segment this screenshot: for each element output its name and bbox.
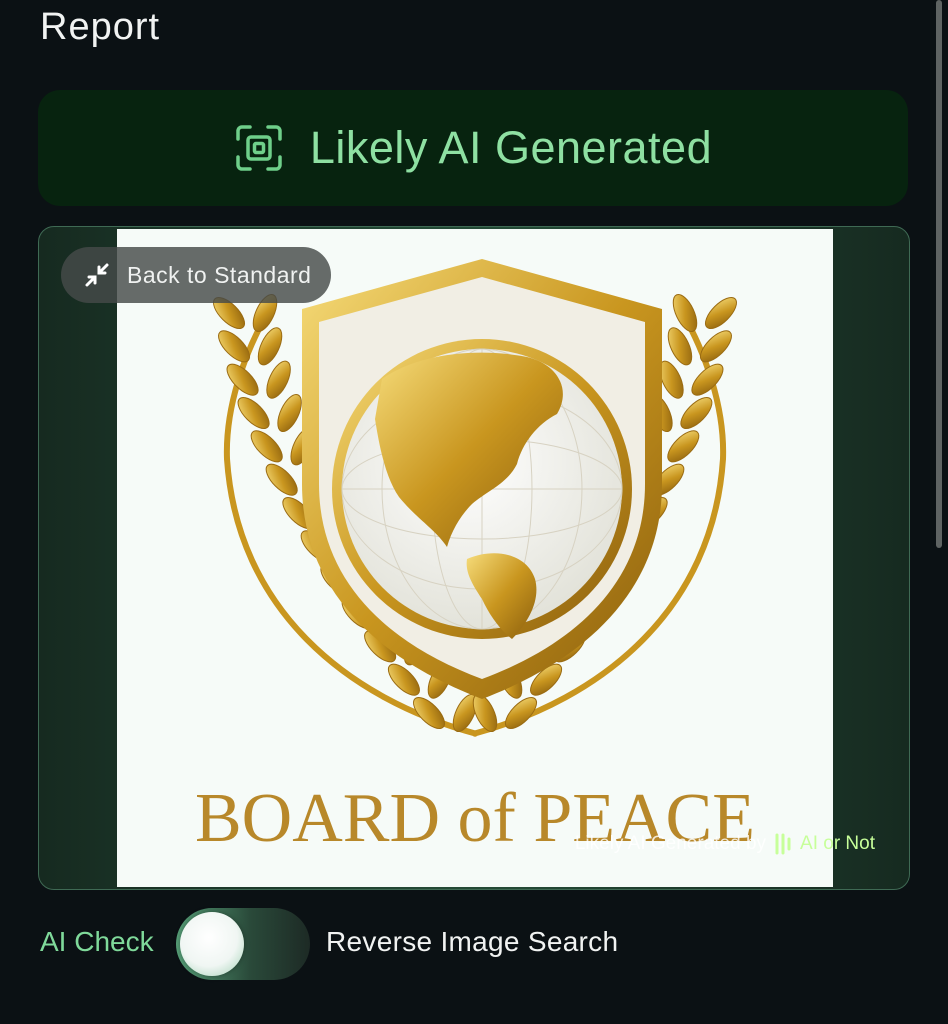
verdict-banner: Likely AI Generated	[38, 90, 908, 206]
reverse-image-search-label[interactable]: Reverse Image Search	[326, 926, 618, 958]
verdict-label: Likely AI Generated	[309, 122, 713, 173]
scan-frame-icon	[236, 125, 282, 171]
page-title: Report	[40, 6, 161, 48]
mode-toggle-switch[interactable]	[176, 908, 310, 980]
watermark-brand: AI or Not	[800, 833, 875, 854]
back-to-standard-label: Back to Standard	[127, 261, 312, 288]
mode-toggle-row: AI Check Reverse Image Search	[40, 906, 920, 982]
image-preview-card[interactable]: BOARD of PEACE Back to Standard Likely A…	[38, 226, 910, 890]
toggle-knob[interactable]	[180, 912, 244, 976]
ai-check-label[interactable]: AI Check	[40, 926, 154, 958]
scrollbar[interactable]	[936, 0, 942, 548]
analyzed-image: BOARD of PEACE	[117, 229, 833, 887]
watermark-text: Likely AI Generated by	[574, 833, 767, 854]
ai-or-not-logo-icon	[775, 833, 791, 855]
back-to-standard-button[interactable]: Back to Standard	[61, 247, 332, 303]
collapse-arrows-icon	[85, 263, 109, 287]
watermark: Likely AI Generated by AI or Not	[575, 833, 875, 855]
